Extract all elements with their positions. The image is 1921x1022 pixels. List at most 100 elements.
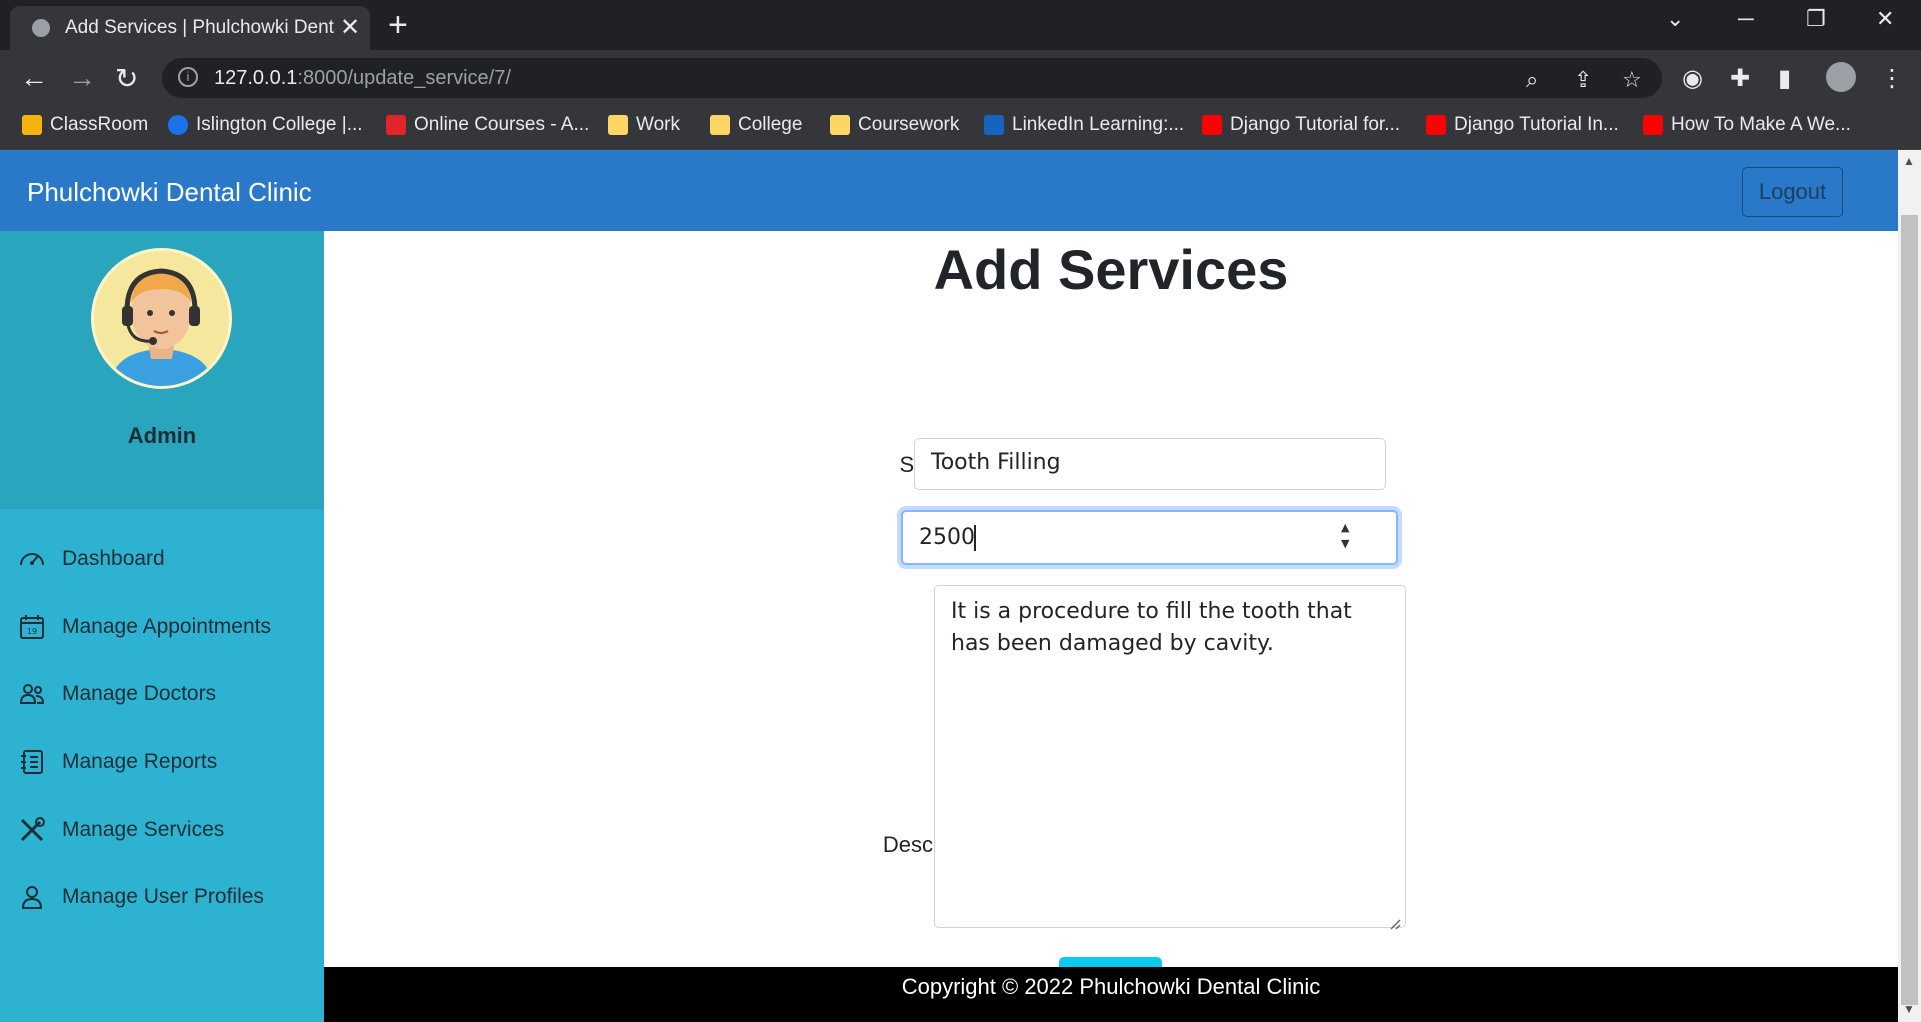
bookmark-item[interactable]: Django Tutorial for... <box>1202 114 1400 136</box>
forward-icon[interactable]: → <box>68 62 96 94</box>
site-info-icon[interactable]: i <box>178 67 198 87</box>
folder-icon <box>830 115 850 135</box>
admin-name: Admin <box>127 423 197 448</box>
people-icon <box>19 684 45 704</box>
sidebar-item-services[interactable]: Manage Services <box>18 816 224 844</box>
bookmark-label: ClassRoom <box>50 114 149 135</box>
minimize-button[interactable]: ─ <box>1738 6 1754 32</box>
share-icon[interactable]: ⇪ <box>1574 67 1592 93</box>
bookmark-label: How To Make A We... <box>1671 114 1851 135</box>
bookmark-label: College <box>738 114 803 135</box>
svg-text:19: 19 <box>27 627 37 636</box>
extension-icon[interactable]: ◉ <box>1682 64 1708 92</box>
browser-tab-strip: Add Services | Phulchowki Dental ✕ + ⌄ ─… <box>0 0 1921 50</box>
youtube-icon <box>1202 115 1222 135</box>
cost-input[interactable]: 2500 ▲ ▼ <box>901 510 1398 565</box>
address-bar[interactable]: i 127.0.0.1:8000/update_service/7/ ⌕ ⇪ ☆ <box>162 58 1662 98</box>
copyright-text: Copyright © 2022 Phulchowki Dental Clini… <box>901 974 1321 999</box>
reload-icon[interactable]: ↻ <box>115 62 138 95</box>
sidebar-item-label: Manage Doctors <box>62 682 217 705</box>
bookmark-label: Work <box>636 114 680 135</box>
bookmark-label: Coursework <box>858 114 960 135</box>
close-tab-icon[interactable]: ✕ <box>340 13 360 42</box>
bookmark-item[interactable]: Online Courses - A... <box>386 114 589 136</box>
college-icon <box>168 115 188 135</box>
tab-search-icon[interactable]: ⌄ <box>1666 6 1684 32</box>
globe-icon <box>32 19 50 37</box>
calendar-icon: 19 <box>20 615 44 639</box>
bookmark-label: Django Tutorial for... <box>1230 114 1401 135</box>
classroom-icon <box>22 115 42 135</box>
top-navbar: Phulchowki Dental Clinic Logout <box>0 150 1898 231</box>
browser-toolbar: ← → ↻ i 127.0.0.1:8000/update_service/7/… <box>0 50 1921 104</box>
browser-tab[interactable]: Add Services | Phulchowki Dental ✕ <box>10 6 370 50</box>
sidebar-item-doctors[interactable]: Manage Doctors <box>18 680 216 708</box>
new-tab-button[interactable]: + <box>388 6 408 45</box>
bookmark-label: LinkedIn Learning:... <box>1012 114 1185 135</box>
brand-name[interactable]: Phulchowki Dental Clinic <box>27 177 312 208</box>
admin-avatar-icon <box>109 268 214 386</box>
scroll-thumb[interactable] <box>1901 215 1918 1005</box>
profile-avatar-icon[interactable] <box>1826 62 1856 92</box>
menu-kebab-icon[interactable]: ⋮ <box>1880 64 1906 92</box>
resize-handle-icon[interactable] <box>1389 911 1401 930</box>
logout-button[interactable]: Logout <box>1742 167 1843 217</box>
main-content: Add Services Service: Tooth Filling Cost… <box>324 231 1898 1009</box>
sidebar-item-reports[interactable]: Manage Reports <box>18 748 217 776</box>
sidebar-item-label: Manage Services <box>62 818 225 841</box>
bookmark-item[interactable]: Islington College |... <box>168 114 363 136</box>
service-input[interactable]: Tooth Filling <box>914 438 1386 490</box>
url-path: :8000/update_service/7/ <box>297 67 511 89</box>
description-value: It is a procedure to fill the tooth that… <box>951 599 1352 656</box>
bookmark-folder[interactable]: Work <box>608 114 680 136</box>
folder-icon <box>710 115 730 135</box>
bookmarks-bar: ClassRoom Islington College |... Online … <box>0 104 1921 150</box>
folder-icon <box>608 115 628 135</box>
side-panel-icon[interactable]: ▮ <box>1778 64 1804 92</box>
close-window-button[interactable]: ✕ <box>1876 6 1894 32</box>
bookmark-item[interactable]: How To Make A We... <box>1643 114 1851 136</box>
footer: Copyright © 2022 Phulchowki Dental Clini… <box>324 967 1898 1022</box>
scroll-down-icon[interactable]: ▼ <box>1903 1002 1915 1016</box>
sidebar-item-label: Manage Reports <box>62 750 218 773</box>
sidebar: Admin Dashboard 19 Manage Appointments M… <box>0 231 324 1022</box>
journal-icon <box>21 750 43 774</box>
url-host: 127.0.0.1 <box>214 67 298 89</box>
sidebar-item-label: Manage Appointments <box>62 615 271 638</box>
bookmark-folder[interactable]: Coursework <box>830 114 959 136</box>
sidebar-item-dashboard[interactable]: Dashboard <box>18 545 165 573</box>
bookmark-label: Django Tutorial In... <box>1454 114 1619 135</box>
page-title: Add Services <box>933 238 1289 301</box>
bookmark-folder[interactable]: College <box>710 114 802 136</box>
stepper-down-icon[interactable]: ▼ <box>1341 538 1349 550</box>
restore-button[interactable]: ❐ <box>1806 6 1826 32</box>
sidebar-item-label: Manage User Profiles <box>62 885 264 908</box>
avatar <box>91 248 232 389</box>
bookmark-item[interactable]: ClassRoom <box>22 114 148 136</box>
bookmark-star-icon[interactable]: ☆ <box>1622 67 1642 93</box>
bookmark-label: Islington College |... <box>196 114 363 135</box>
service-value: Tooth Filling <box>931 450 1061 475</box>
tools-icon <box>20 817 45 842</box>
bookmark-label: Online Courses - A... <box>414 114 590 135</box>
sidebar-item-user-profiles[interactable]: Manage User Profiles <box>18 883 264 911</box>
description-textarea[interactable]: It is a procedure to fill the tooth that… <box>934 585 1406 930</box>
zoom-icon[interactable]: ⌕ <box>1526 67 1538 93</box>
page-scrollbar[interactable]: ▲ ▼ <box>1898 150 1921 1022</box>
youtube-icon <box>1643 115 1663 135</box>
sidebar-item-appointments[interactable]: 19 Manage Appointments <box>18 613 271 641</box>
text-caret <box>974 525 976 551</box>
puzzle-icon[interactable]: ✚ <box>1730 64 1756 92</box>
udemy-icon <box>386 115 406 135</box>
stepper-up-icon[interactable]: ▲ <box>1341 522 1349 534</box>
sidebar-profile: Admin <box>0 231 324 509</box>
scroll-up-icon[interactable]: ▲ <box>1903 154 1915 168</box>
sidebar-item-label: Dashboard <box>62 547 165 570</box>
bookmark-item[interactable]: Django Tutorial In... <box>1426 114 1619 136</box>
linkedin-icon <box>984 115 1004 135</box>
bookmark-item[interactable]: LinkedIn Learning:... <box>984 114 1184 136</box>
back-icon[interactable]: ← <box>20 62 48 94</box>
youtube-icon <box>1426 115 1446 135</box>
tab-title: Add Services | Phulchowki Dental <box>65 17 335 38</box>
speedometer-icon <box>20 553 44 566</box>
